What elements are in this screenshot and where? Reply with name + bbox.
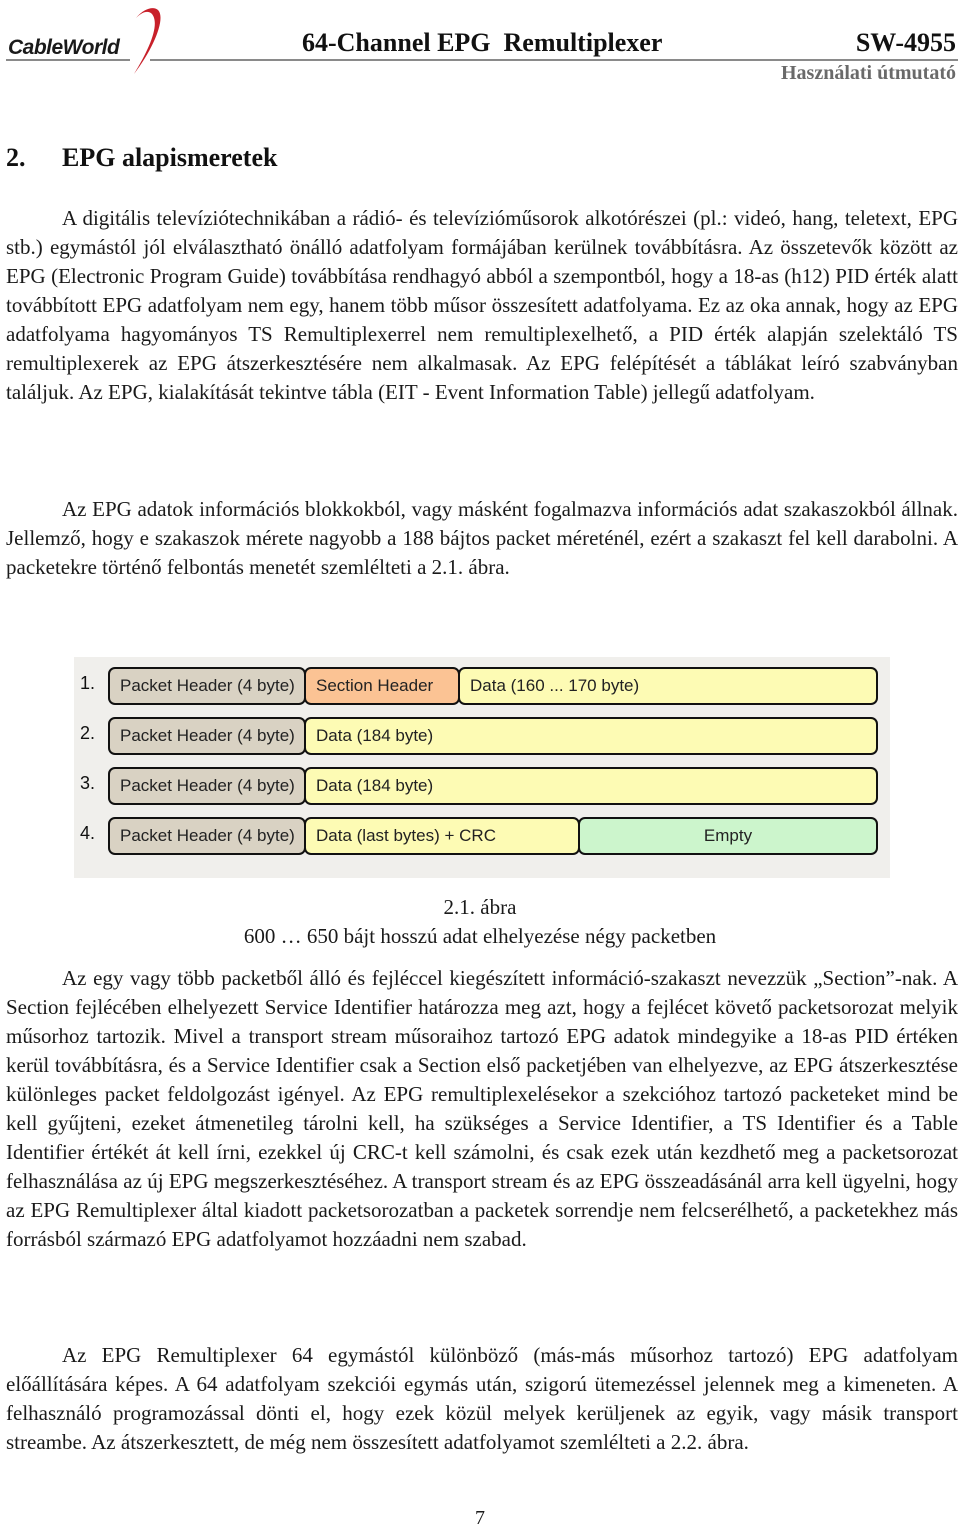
page-header: CableWorld 64-Channel EPG Remultiplexer …: [0, 0, 960, 95]
row-number: 4.: [80, 823, 96, 843]
data-cell: Data (160 ... 170 byte): [458, 667, 878, 705]
paragraph-text: A digitális televíziótechnikában a rádió…: [6, 206, 958, 404]
row-number: 3.: [80, 773, 96, 793]
diagram-row-2: 2. Packet Header (4 byte) Data (184 byte…: [74, 717, 890, 755]
paragraph-remultiplexer: Az EPG Remultiplexer 64 egymástól különb…: [6, 1341, 958, 1457]
empty-cell: Empty: [578, 817, 878, 855]
packet-header-cell: Packet Header (4 byte): [108, 767, 306, 805]
row-number: 1.: [80, 673, 96, 693]
paragraph-section-definition: Az egy vagy több packetből álló és fejlé…: [6, 964, 958, 1254]
section-title: EPG alapismeretek: [62, 143, 278, 172]
diagram-row-4: 4. Packet Header (4 byte) Data (last byt…: [74, 817, 890, 855]
document-title: 64-Channel EPG Remultiplexer: [302, 28, 663, 57]
section-number: 2.: [6, 143, 26, 172]
packet-diagram: 1. Packet Header (4 byte) Section Header…: [74, 657, 890, 878]
cableworld-logo: CableWorld: [6, 6, 161, 74]
paragraph-text: Az egy vagy több packetből álló és fejlé…: [6, 966, 958, 1251]
header-rule: [150, 59, 958, 61]
paragraph-intro: A digitális televíziótechnikában a rádió…: [6, 204, 958, 407]
model-code: SW-4955: [855, 28, 956, 57]
diagram-row-3: 3. Packet Header (4 byte) Data (184 byte…: [74, 767, 890, 805]
logo-text: CableWorld: [8, 36, 120, 59]
data-cell: Data (184 byte): [304, 717, 878, 755]
row-number: 2.: [80, 723, 96, 743]
figure-caption-number: 2.1. ábra: [443, 895, 517, 919]
paragraph-text: Az EPG Remultiplexer 64 egymástól különb…: [6, 1343, 958, 1454]
section-heading: 2. EPG alapismeretek: [6, 143, 277, 173]
section-header-cell: Section Header: [304, 667, 460, 705]
header-rule-left: [6, 59, 130, 61]
document-subtitle: Használati útmutató: [781, 62, 956, 84]
data-crc-cell: Data (last bytes) + CRC: [304, 817, 580, 855]
data-cell: Data (184 byte): [304, 767, 878, 805]
diagram-row-1: 1. Packet Header (4 byte) Section Header…: [74, 667, 890, 705]
page-number: 7: [475, 1507, 485, 1529]
packet-header-cell: Packet Header (4 byte): [108, 717, 306, 755]
packet-header-cell: Packet Header (4 byte): [108, 667, 306, 705]
figure-caption-text: 600 … 650 bájt hosszú adat elhelyezése n…: [243, 924, 717, 948]
packet-header-cell: Packet Header (4 byte): [108, 817, 306, 855]
paragraph-text: Az EPG adatok információs blokkokból, va…: [6, 497, 958, 579]
paragraph-sections: Az EPG adatok információs blokkokból, va…: [6, 495, 958, 582]
